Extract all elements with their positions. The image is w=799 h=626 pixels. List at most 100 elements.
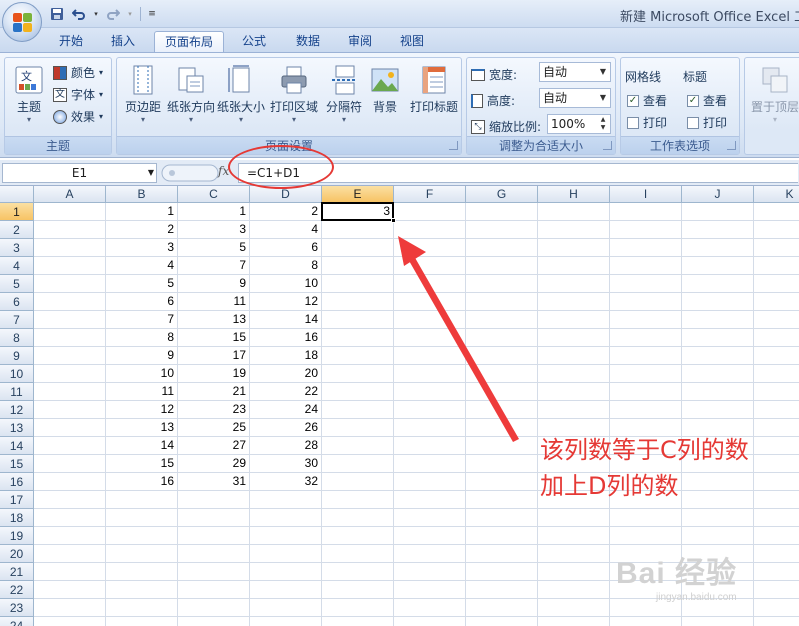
cell-i18[interactable]: [610, 509, 682, 527]
cell-j9[interactable]: [682, 347, 754, 365]
cell-a17[interactable]: [34, 491, 106, 509]
themes-button[interactable]: 文 主题 ▾: [7, 64, 51, 134]
row-header-6[interactable]: 6: [0, 293, 34, 311]
cell-j8[interactable]: [682, 329, 754, 347]
column-header-h[interactable]: H: [538, 186, 610, 203]
cell-f1[interactable]: [394, 203, 466, 221]
headings-view-checkbox[interactable]: ✓ 查看: [687, 92, 727, 109]
cell-b11[interactable]: 11: [106, 383, 178, 401]
print-titles-button[interactable]: 打印标题: [407, 64, 461, 134]
cell-c7[interactable]: 13: [178, 311, 250, 329]
column-header-c[interactable]: C: [178, 186, 250, 203]
cell-f19[interactable]: [394, 527, 466, 545]
column-header-f[interactable]: F: [394, 186, 466, 203]
cell-g12[interactable]: [466, 401, 538, 419]
cell-i2[interactable]: [610, 221, 682, 239]
cell-h4[interactable]: [538, 257, 610, 275]
cell-g23[interactable]: [466, 599, 538, 617]
cell-k1[interactable]: [754, 203, 799, 221]
tab-page-layout[interactable]: 页面布局: [154, 31, 224, 52]
name-box[interactable]: E1 ▼: [2, 163, 157, 183]
cell-d16[interactable]: 32: [250, 473, 322, 491]
cell-f5[interactable]: [394, 275, 466, 293]
cell-b17[interactable]: [106, 491, 178, 509]
row-header-11[interactable]: 11: [0, 383, 34, 401]
tab-insert[interactable]: 插入: [102, 31, 144, 52]
print-area-button[interactable]: 打印区域 ▾: [270, 64, 318, 134]
cell-e17[interactable]: [322, 491, 394, 509]
cell-e19[interactable]: [322, 527, 394, 545]
cell-e1[interactable]: 3: [322, 203, 394, 221]
row-header-10[interactable]: 10: [0, 365, 34, 383]
cell-d3[interactable]: 6: [250, 239, 322, 257]
cell-c10[interactable]: 19: [178, 365, 250, 383]
cell-b8[interactable]: 8: [106, 329, 178, 347]
page-setup-launcher-icon[interactable]: [449, 141, 458, 150]
cell-h18[interactable]: [538, 509, 610, 527]
cell-k14[interactable]: [754, 437, 799, 455]
row-header-15[interactable]: 15: [0, 455, 34, 473]
cell-d19[interactable]: [250, 527, 322, 545]
cell-e2[interactable]: [322, 221, 394, 239]
cell-b1[interactable]: 1: [106, 203, 178, 221]
cell-e22[interactable]: [322, 581, 394, 599]
cell-k4[interactable]: [754, 257, 799, 275]
cell-d14[interactable]: 28: [250, 437, 322, 455]
undo-dropdown-icon[interactable]: ▾: [92, 6, 100, 22]
cell-f8[interactable]: [394, 329, 466, 347]
column-header-i[interactable]: I: [610, 186, 682, 203]
cell-g24[interactable]: [466, 617, 538, 626]
cell-j6[interactable]: [682, 293, 754, 311]
cell-i1[interactable]: [610, 203, 682, 221]
cell-d20[interactable]: [250, 545, 322, 563]
cell-c23[interactable]: [178, 599, 250, 617]
cell-e18[interactable]: [322, 509, 394, 527]
row-header-3[interactable]: 3: [0, 239, 34, 257]
cell-c9[interactable]: 17: [178, 347, 250, 365]
cell-g10[interactable]: [466, 365, 538, 383]
cell-g3[interactable]: [466, 239, 538, 257]
cell-c3[interactable]: 5: [178, 239, 250, 257]
row-header-7[interactable]: 7: [0, 311, 34, 329]
cell-g5[interactable]: [466, 275, 538, 293]
cell-i12[interactable]: [610, 401, 682, 419]
office-button[interactable]: [2, 2, 42, 42]
cell-h19[interactable]: [538, 527, 610, 545]
cell-h23[interactable]: [538, 599, 610, 617]
column-header-d[interactable]: D: [250, 186, 322, 203]
cell-b14[interactable]: 14: [106, 437, 178, 455]
cell-b13[interactable]: 13: [106, 419, 178, 437]
row-header-24[interactable]: 24: [0, 617, 34, 626]
tab-view[interactable]: 视图: [390, 31, 434, 52]
cell-d18[interactable]: [250, 509, 322, 527]
column-header-g[interactable]: G: [466, 186, 538, 203]
cell-c20[interactable]: [178, 545, 250, 563]
cell-b12[interactable]: 12: [106, 401, 178, 419]
cell-c5[interactable]: 9: [178, 275, 250, 293]
row-header-16[interactable]: 16: [0, 473, 34, 491]
cell-a19[interactable]: [34, 527, 106, 545]
background-button[interactable]: 背景: [365, 64, 405, 134]
row-header-14[interactable]: 14: [0, 437, 34, 455]
cell-a6[interactable]: [34, 293, 106, 311]
row-header-20[interactable]: 20: [0, 545, 34, 563]
cell-c1[interactable]: 1: [178, 203, 250, 221]
cell-j11[interactable]: [682, 383, 754, 401]
cell-a20[interactable]: [34, 545, 106, 563]
row-header-2[interactable]: 2: [0, 221, 34, 239]
cell-h3[interactable]: [538, 239, 610, 257]
cell-j24[interactable]: [682, 617, 754, 626]
column-header-a[interactable]: A: [34, 186, 106, 203]
cell-d15[interactable]: 30: [250, 455, 322, 473]
cell-i5[interactable]: [610, 275, 682, 293]
row-header-8[interactable]: 8: [0, 329, 34, 347]
cell-e16[interactable]: [322, 473, 394, 491]
cell-d12[interactable]: 24: [250, 401, 322, 419]
cell-c6[interactable]: 11: [178, 293, 250, 311]
cell-h22[interactable]: [538, 581, 610, 599]
tab-review[interactable]: 审阅: [338, 31, 382, 52]
cell-k10[interactable]: [754, 365, 799, 383]
cell-b5[interactable]: 5: [106, 275, 178, 293]
cell-j5[interactable]: [682, 275, 754, 293]
cell-g9[interactable]: [466, 347, 538, 365]
